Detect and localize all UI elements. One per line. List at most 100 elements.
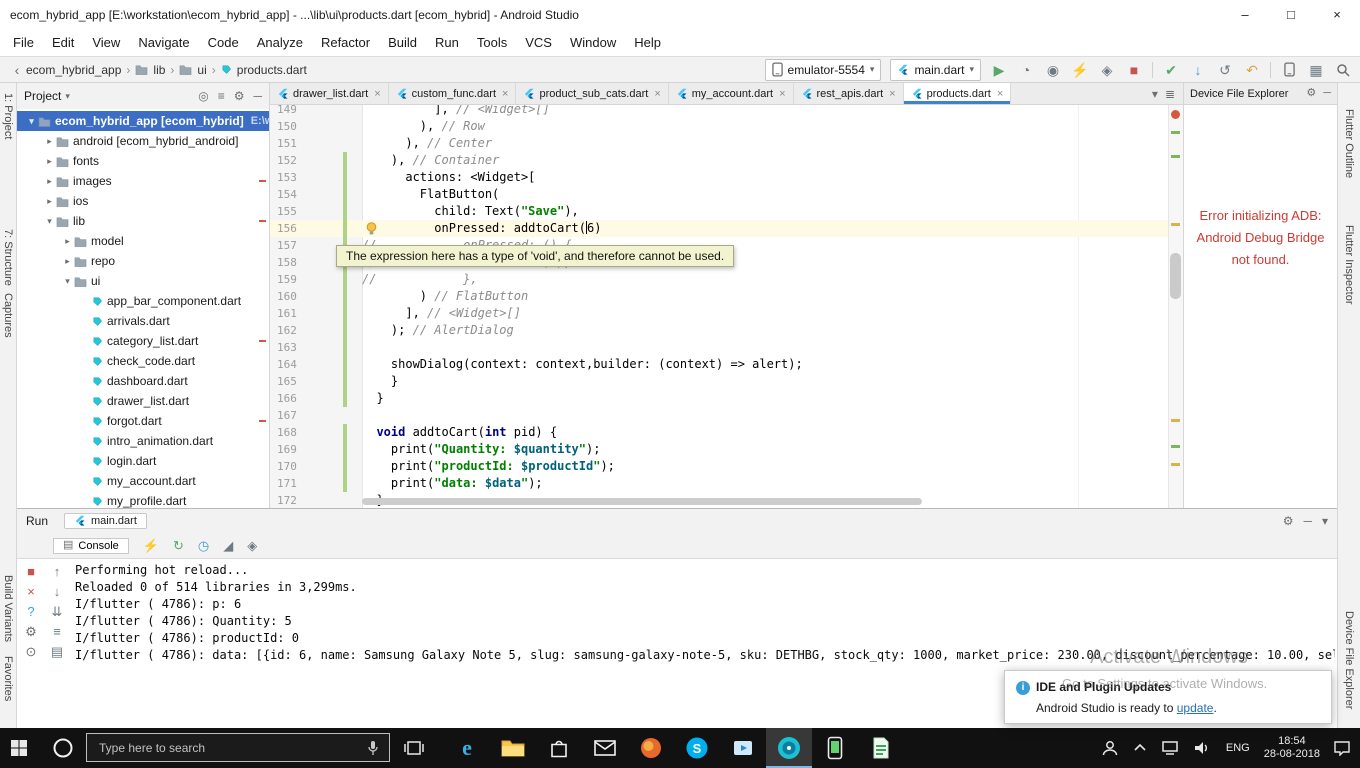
help-icon[interactable]: ? [27,605,34,618]
network-icon[interactable] [1154,728,1186,768]
code-line[interactable]: 149 ], // <Widget>[] [270,105,1169,118]
code-line[interactable]: 156 onPressed: addtoCart(6) [270,220,1169,237]
tree-item-login-dart[interactable]: login.dart [17,451,269,471]
editor-vertical-scrollbar[interactable] [1170,253,1181,299]
vcs-commit-icon[interactable]: ✔ [1162,63,1180,77]
tree-collapse-arrow[interactable]: ▸ [43,176,56,187]
history-icon[interactable]: ↺ [1216,63,1234,77]
code-line[interactable]: 155 child: Text("Save"), [270,203,1169,220]
editor-tab-rest-apis-dart[interactable]: rest_apis.dart × [793,83,904,104]
breadcrumb-lib[interactable]: lib [153,63,165,77]
update-notification[interactable]: i IDE and Plugin Updates Android Studio … [1004,670,1332,724]
collapse-icon[interactable]: ≡ [218,90,225,102]
hot-reload-icon[interactable]: ⚡ [143,539,159,552]
code-line[interactable]: 165 } [270,373,1169,390]
avd-manager-icon[interactable] [1280,62,1298,77]
tool-button-flutter-outline[interactable]: Flutter Outline [1343,109,1355,178]
down-icon[interactable]: ↓ [54,585,61,598]
close-button[interactable]: × [1314,0,1360,30]
breadcrumb-ui[interactable]: ui [197,63,206,77]
code-line[interactable]: 169 print("Quantity: $quantity"); [270,441,1169,458]
minimize-icon[interactable]: ─ [1303,515,1312,527]
green-doc-icon[interactable] [858,728,904,768]
maximize-button[interactable]: □ [1268,0,1314,30]
mail-icon[interactable] [582,728,628,768]
language-indicator[interactable]: ENG [1218,742,1258,754]
tree-item-forgot-dart[interactable]: forgot.dart [17,411,269,431]
start-button-icon[interactable] [10,739,28,757]
tab-close-icon[interactable]: × [997,88,1003,100]
tree-item-arrivals-dart[interactable]: arrivals.dart [17,311,269,331]
cortana-icon[interactable] [52,737,74,759]
editor-horizontal-scrollbar[interactable] [362,498,922,505]
attach-debugger-icon[interactable]: ◉ [1044,63,1062,77]
tree-item-ios[interactable]: ▸ ios [17,191,269,211]
search-icon[interactable] [1334,63,1352,77]
code-line[interactable]: 170 print("productId: $productId"); [270,458,1169,475]
menu-item-edit[interactable]: Edit [43,30,83,56]
menu-item-view[interactable]: View [83,30,129,56]
tab-close-icon[interactable]: × [654,88,660,100]
breadcrumb-products-dart[interactable]: products.dart [237,63,307,77]
run-config-dropdown[interactable]: main.dart ▾ [890,58,981,81]
tree-item-ui[interactable]: ▾ ui [17,271,269,291]
code-line[interactable]: 164 showDialog(context: context,builder:… [270,356,1169,373]
code-line[interactable]: 161 ], // <Widget>[] [270,305,1169,322]
tool-button-flutter-inspector[interactable]: Flutter Inspector [1343,225,1355,304]
tab-console[interactable]: ▤ Console [53,537,129,554]
tree-expand-arrow[interactable]: ▾ [25,116,38,127]
pin-icon[interactable]: ⊙ [26,645,37,658]
taskbar-search[interactable] [86,733,390,762]
settings-icon[interactable]: ⚙ [1306,88,1316,99]
tool-button-build-variants[interactable]: Build Variants [2,575,14,642]
settings-icon[interactable]: ⚙ [234,90,245,102]
file-explorer-icon[interactable] [490,728,536,768]
editor-tab-my-account-dart[interactable]: my_account.dart × [668,83,794,104]
timeline-icon[interactable]: ◷ [198,539,209,552]
menu-item-refactor[interactable]: Refactor [312,30,379,56]
tree-item-my-profile-dart[interactable]: my_profile.dart [17,491,269,508]
menu-item-analyze[interactable]: Analyze [248,30,312,56]
tree-item-check-code-dart[interactable]: check_code.dart [17,351,269,371]
settings-icon[interactable]: ⚙ [25,625,37,638]
performance-icon[interactable]: ◢ [223,539,233,552]
tree-item-drawer-list-dart[interactable]: drawer_list.dart [17,391,269,411]
intention-bulb-icon[interactable] [365,222,378,240]
vcs-update-icon[interactable]: ↓ [1189,63,1207,77]
code-line[interactable]: 154 FlatButton( [270,186,1169,203]
tab-close-icon[interactable]: × [502,88,508,100]
revert-icon[interactable]: ↶ [1243,63,1261,77]
menu-item-window[interactable]: Window [561,30,625,56]
tool-button-favorites[interactable]: Favorites [2,656,14,701]
up-icon[interactable]: ↑ [54,565,61,578]
code-line[interactable]: 168 void addtoCart(int pid) { [270,424,1169,441]
tool-button-captures[interactable]: Captures [2,293,14,338]
chevron-down-icon[interactable]: ▾ [65,91,70,102]
tree-item-lib[interactable]: ▾ lib [17,211,269,231]
editor-tab-product-sub-cats-dart[interactable]: product_sub_cats.dart × [516,83,669,104]
clear-icon[interactable]: ▤ [51,645,63,658]
locate-icon[interactable]: ◎ [198,90,208,102]
hide-icon[interactable]: ─ [1323,88,1331,99]
hot-reload-icon[interactable]: ⚡ [1071,63,1089,77]
code-line[interactable]: 152 ), // Container [270,152,1169,169]
tree-item-repo[interactable]: ▸ repo [17,251,269,271]
microphone-icon[interactable] [367,740,379,756]
task-view-icon[interactable] [404,740,424,756]
tree-item-my-account-dart[interactable]: my_account.dart [17,471,269,491]
skype-icon[interactable]: S [674,728,720,768]
menu-item-navigate[interactable]: Navigate [129,30,198,56]
code-line[interactable]: 159 // }, [270,271,1169,288]
stop-icon[interactable]: ■ [1125,63,1143,77]
tree-item-app-bar-component-dart[interactable]: app_bar_component.dart [17,291,269,311]
code-line[interactable]: 167 [270,407,1169,424]
minimize-button[interactable]: – [1222,0,1268,30]
tree-collapse-arrow[interactable]: ▸ [61,236,74,247]
volume-icon[interactable] [1186,728,1218,768]
tree-item-fonts[interactable]: ▸ fonts [17,151,269,171]
tree-item-category-list-dart[interactable]: category_list.dart [17,331,269,351]
edge-icon[interactable]: e [444,728,490,768]
people-icon[interactable] [1094,728,1126,768]
tree-item-model[interactable]: ▸ model [17,231,269,251]
menu-item-file[interactable]: File [4,30,43,56]
